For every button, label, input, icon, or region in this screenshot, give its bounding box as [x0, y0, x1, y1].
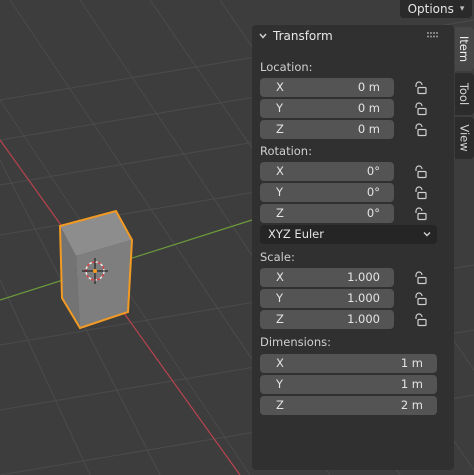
location-z-field[interactable]: Z 0 m: [260, 120, 394, 139]
scale-label: Scale:: [260, 250, 295, 264]
axis-label: Y: [276, 291, 284, 305]
field-value: 0 m: [357, 80, 380, 94]
dimensions-label: Dimensions:: [260, 335, 331, 349]
padlock-icon[interactable]: [412, 270, 428, 286]
rotation-mode-value: XYZ Euler: [268, 227, 324, 241]
padlock-icon[interactable]: [412, 185, 428, 201]
collapse-chevron-icon[interactable]: [258, 31, 268, 41]
axis-label: X: [276, 270, 284, 284]
tab-label: Item: [457, 35, 472, 63]
axis-label: Y: [276, 377, 284, 391]
dimensions-z-field[interactable]: Z 2 m: [260, 396, 437, 415]
dropdown-chevron-icon: [423, 232, 431, 237]
tab-label: Tool: [457, 82, 472, 106]
padlock-icon[interactable]: [412, 101, 428, 117]
options-label: Options: [407, 2, 454, 16]
dimensions-x-field[interactable]: X 1 m: [260, 354, 437, 373]
field-value: 1.000: [347, 312, 380, 326]
axis-label: X: [276, 80, 284, 94]
tab-view[interactable]: View: [455, 117, 474, 159]
field-value: 1 m: [400, 377, 423, 391]
padlock-icon[interactable]: [412, 164, 428, 180]
axis-label: Y: [276, 185, 284, 199]
axis-label: X: [276, 164, 284, 178]
transform-panel: Transform Location: X 0 m Y 0 m Z 0 m Rotat…: [252, 25, 454, 470]
sidebar-tabs: Item Tool View: [455, 25, 474, 475]
rotation-label: Rotation:: [260, 144, 312, 158]
rotation-y-field[interactable]: Y 0°: [260, 183, 394, 202]
field-value: 1.000: [347, 270, 380, 284]
padlock-icon[interactable]: [412, 206, 428, 222]
field-value: 0 m: [357, 122, 380, 136]
padlock-icon[interactable]: [412, 122, 428, 138]
scale-y-field[interactable]: Y 1.000: [260, 289, 394, 308]
field-value: 0 m: [357, 101, 380, 115]
axis-label: Z: [276, 398, 284, 412]
options-button[interactable]: Options ▾: [400, 0, 472, 18]
axis-label: Z: [276, 206, 284, 220]
tab-item[interactable]: Item: [455, 27, 474, 71]
field-value: 1.000: [347, 291, 380, 305]
location-y-field[interactable]: Y 0 m: [260, 99, 394, 118]
panel-header[interactable]: Transform: [252, 25, 454, 49]
axis-label: X: [276, 356, 284, 370]
chevron-down-icon: ▾: [459, 4, 465, 14]
field-value: 2 m: [400, 398, 423, 412]
axis-label: Z: [276, 312, 284, 326]
dimensions-y-field[interactable]: Y 1 m: [260, 375, 437, 394]
scale-z-field[interactable]: Z 1.000: [260, 310, 394, 329]
rotation-mode-dropdown[interactable]: XYZ Euler: [260, 225, 437, 244]
axis-label: Y: [276, 101, 284, 115]
tab-tool[interactable]: Tool: [455, 73, 474, 115]
drag-handle-icon[interactable]: [426, 31, 440, 39]
rotation-x-field[interactable]: X 0°: [260, 162, 394, 181]
rotation-z-field[interactable]: Z 0°: [260, 204, 394, 223]
field-value: 1 m: [400, 356, 423, 370]
padlock-icon[interactable]: [412, 291, 428, 307]
padlock-icon[interactable]: [412, 312, 428, 328]
location-label: Location:: [260, 60, 313, 74]
field-value: 0°: [366, 206, 380, 220]
location-x-field[interactable]: X 0 m: [260, 78, 394, 97]
scale-x-field[interactable]: X 1.000: [260, 268, 394, 287]
field-value: 0°: [366, 185, 380, 199]
padlock-icon[interactable]: [412, 80, 428, 96]
field-value: 0°: [366, 164, 380, 178]
panel-title: Transform: [273, 29, 333, 43]
axis-label: Z: [276, 122, 284, 136]
tab-label: View: [457, 124, 472, 152]
